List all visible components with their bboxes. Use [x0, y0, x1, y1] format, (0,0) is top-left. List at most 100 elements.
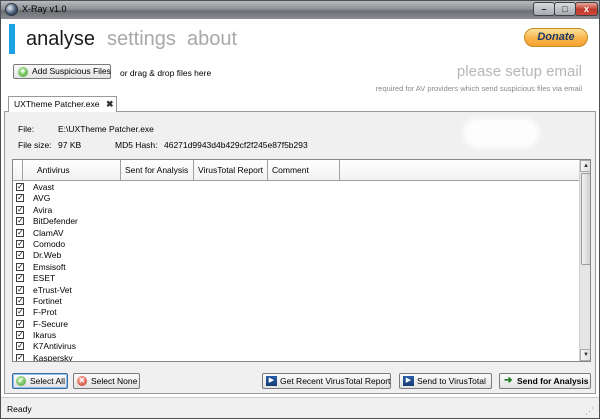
table-row[interactable]: ✓ Emsisoft — [13, 262, 579, 273]
document-tab-label: UXTheme Patcher.exe — [14, 99, 100, 109]
redacted-area — [466, 121, 536, 145]
column-header-sent-for-analysis[interactable]: Sent for Analysis — [121, 160, 194, 181]
row-checkbox[interactable]: ✓ — [16, 274, 24, 283]
scroll-down-arrow-icon[interactable]: ▼ — [580, 349, 590, 361]
table-row[interactable]: ✓ Fortinet — [13, 296, 579, 307]
add-suspicious-files-button[interactable]: + Add Suspicious Files — [13, 64, 111, 79]
antivirus-name: K7Antivirus — [33, 341, 76, 352]
table-row[interactable]: ✓ Dr.Web — [13, 250, 579, 261]
row-checkbox[interactable]: ✓ — [16, 308, 24, 317]
table-row[interactable]: ✓ K7Antivirus — [13, 341, 579, 352]
row-checkbox[interactable]: ✓ — [16, 205, 24, 214]
scroll-up-arrow-icon[interactable]: ▲ — [580, 160, 590, 172]
row-checkbox[interactable]: ✓ — [16, 239, 24, 248]
send-to-virustotal-button[interactable]: ▶ Send to VirusTotal — [399, 373, 492, 389]
document-tab-bar: UXTheme Patcher.exe ✖ — [4, 94, 596, 113]
antivirus-name: F-Prot — [33, 307, 57, 318]
file-size-value: 97 KB — [58, 140, 82, 150]
file-size-label: File size: — [18, 140, 52, 150]
status-bar: Ready ⋰ — [1, 397, 599, 418]
md5-label: MD5 Hash: — [115, 140, 158, 150]
select-all-button[interactable]: ✓ Select All — [12, 373, 68, 389]
send-to-virustotal-label: Send to VirusTotal — [417, 376, 486, 386]
column-header-antivirus[interactable]: Antivirus — [23, 160, 121, 181]
select-none-label: Select None — [91, 376, 138, 386]
antivirus-name: Fortinet — [33, 295, 62, 306]
column-header-comment[interactable]: Comment — [268, 160, 340, 181]
setup-email-subtitle: required for AV providers which send sus… — [375, 84, 582, 93]
add-icon: + — [18, 67, 28, 77]
table-row[interactable]: ✓ ESET — [13, 273, 579, 284]
resize-grip-icon[interactable]: ⋰ — [585, 406, 594, 417]
antivirus-grid[interactable]: Antivirus Sent for Analysis VirusTotal R… — [12, 159, 591, 362]
grid-rows: ✓ Avast ✓ AVG ✓ Avira ✓ BitDefender ✓ ClamAV ✓ Como… — [13, 182, 579, 362]
row-checkbox[interactable]: ✓ — [16, 251, 24, 260]
antivirus-name: Dr.Web — [33, 250, 62, 261]
row-checkbox[interactable]: ✓ — [16, 319, 24, 328]
antivirus-name: Ikarus — [33, 330, 57, 341]
table-row[interactable]: ✓ BitDefender — [13, 216, 579, 227]
antivirus-name: AVG — [33, 193, 51, 204]
cross-icon: ✕ — [77, 376, 87, 386]
row-checkbox[interactable]: ✓ — [16, 285, 24, 294]
file-path-value: E:\UXTheme Patcher.exe — [58, 124, 154, 134]
row-checkbox[interactable]: ✓ — [16, 183, 24, 191]
get-recent-report-label: Get Recent VirusTotal Report — [280, 376, 391, 386]
send-arrow-icon: ➜ — [504, 375, 513, 386]
antivirus-name: Avast — [33, 182, 55, 192]
close-button[interactable]: x — [575, 2, 598, 16]
table-row[interactable]: ✓ eTrust-Vet — [13, 285, 579, 296]
table-row[interactable]: ✓ AVG — [13, 193, 579, 204]
tab-about[interactable]: about — [187, 27, 237, 51]
donate-button[interactable]: Donate — [524, 28, 588, 47]
title-bar[interactable]: X-Ray v1.0 – □ x — [1, 1, 599, 19]
antivirus-name: Emsisoft — [33, 261, 66, 272]
select-all-label: Select All — [30, 376, 65, 386]
send-for-analysis-button[interactable]: ➜ Send for Analysis — [499, 373, 591, 389]
table-row[interactable]: ✓ Ikarus — [13, 330, 579, 341]
close-tab-icon[interactable]: ✖ — [106, 97, 114, 111]
table-row[interactable]: ✓ Comodo — [13, 239, 579, 250]
antivirus-name: Kaspersky — [33, 352, 73, 362]
active-tab-accent — [9, 24, 15, 54]
table-row[interactable]: ✓ F-Prot — [13, 307, 579, 318]
column-header-virustotal-report[interactable]: VirusTotal Report — [194, 160, 268, 181]
select-none-button[interactable]: ✕ Select None — [73, 373, 140, 389]
antivirus-name: ClamAV — [33, 227, 64, 238]
row-checkbox[interactable]: ✓ — [16, 262, 24, 271]
get-recent-report-button[interactable]: ▶ Get Recent VirusTotal Report — [262, 373, 391, 389]
row-checkbox[interactable]: ✓ — [16, 228, 24, 237]
table-row[interactable]: ✓ F-Secure — [13, 319, 579, 330]
scrollbar-thumb[interactable] — [581, 173, 590, 265]
row-checkbox[interactable]: ✓ — [16, 296, 24, 305]
virustotal-icon: ▶ — [266, 376, 277, 386]
vertical-scrollbar[interactable]: ▲ ▼ — [579, 160, 590, 361]
minimize-button[interactable]: – — [533, 2, 555, 16]
row-checkbox[interactable]: ✓ — [16, 331, 24, 340]
table-row[interactable]: ✓ ClamAV — [13, 228, 579, 239]
antivirus-name: eTrust-Vet — [33, 284, 72, 295]
document-tab[interactable]: UXTheme Patcher.exe ✖ — [8, 96, 117, 113]
antivirus-name: BitDefender — [33, 216, 78, 227]
row-checkbox[interactable]: ✓ — [16, 342, 24, 351]
row-checkbox[interactable]: ✓ — [16, 353, 24, 361]
file-label: File: — [18, 124, 35, 134]
virustotal-icon: ▶ — [403, 376, 414, 386]
table-row[interactable]: ✓ Avast — [13, 182, 579, 193]
row-header-corner — [13, 160, 23, 181]
tab-analyse[interactable]: analyse — [26, 27, 95, 51]
maximize-button[interactable]: □ — [554, 2, 576, 16]
row-checkbox[interactable]: ✓ — [16, 194, 24, 203]
grid-header: Antivirus Sent for Analysis VirusTotal R… — [13, 160, 579, 181]
tab-settings[interactable]: settings — [107, 27, 176, 51]
antivirus-name: ESET — [33, 273, 56, 284]
window-title: X-Ray v1.0 — [22, 4, 67, 14]
setup-email-link[interactable]: please setup email — [405, 63, 582, 80]
row-checkbox[interactable]: ✓ — [16, 217, 24, 226]
table-row[interactable]: ✓ Kaspersky — [13, 352, 579, 362]
antivirus-name: F-Secure — [33, 318, 68, 329]
send-for-analysis-label: Send for Analysis — [517, 376, 589, 386]
app-window: X-Ray v1.0 – □ x analyse settings about … — [0, 0, 600, 419]
antivirus-name: Avira — [33, 204, 53, 215]
table-row[interactable]: ✓ Avira — [13, 205, 579, 216]
